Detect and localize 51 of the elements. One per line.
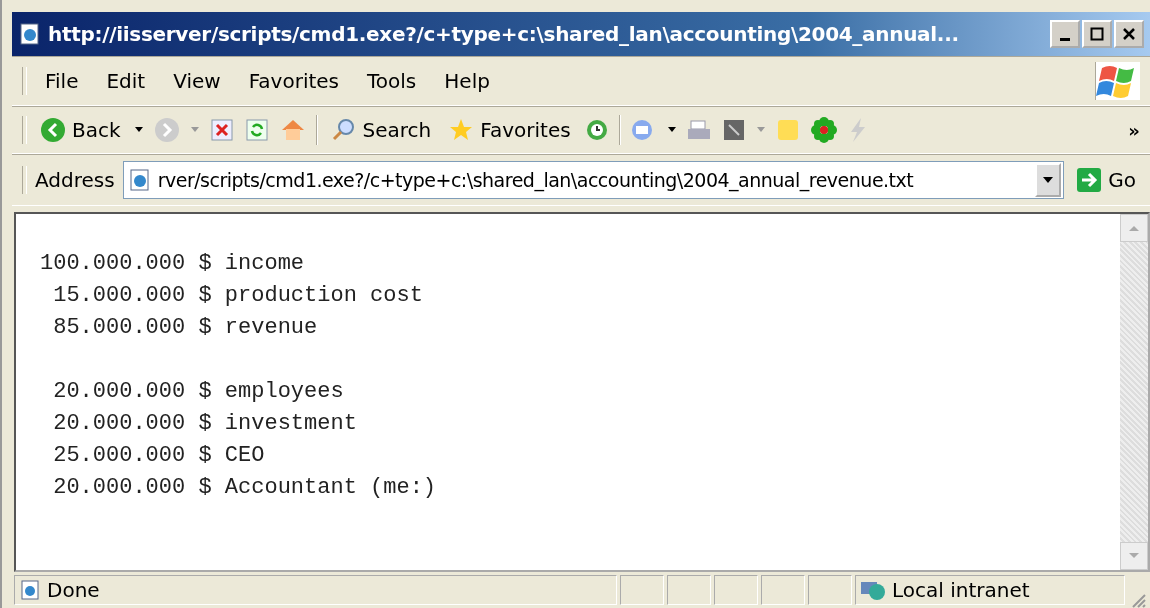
go-button[interactable]: Go bbox=[1072, 167, 1140, 193]
address-field[interactable]: rver/scripts/cmd1.exe?/c+type+c:\shared_lan\accounting\2004_annual_revenue.txt bbox=[122, 161, 1065, 199]
menu-item[interactable]: Favorites bbox=[238, 69, 349, 93]
maximize-icon bbox=[1090, 27, 1104, 41]
close-button[interactable] bbox=[1114, 20, 1144, 48]
page-icon bbox=[18, 22, 42, 46]
status-panel bbox=[808, 575, 852, 605]
status-panel bbox=[667, 575, 711, 605]
search-icon bbox=[330, 117, 357, 143]
refresh-icon[interactable] bbox=[243, 117, 270, 143]
chevron-more-button[interactable]: » bbox=[1128, 119, 1140, 141]
stop-icon[interactable] bbox=[208, 117, 235, 143]
text-line: 15.000.000 $ production cost bbox=[52, 282, 424, 310]
minimize-button[interactable] bbox=[1050, 20, 1080, 48]
text-line: 20.000.000 $ employees bbox=[52, 378, 345, 406]
vertical-scrollbar[interactable] bbox=[1120, 214, 1148, 570]
dropdown-arrow-icon[interactable] bbox=[133, 126, 144, 134]
down-arrow-icon bbox=[1129, 553, 1139, 559]
flower-icon[interactable] bbox=[809, 116, 838, 144]
window-title: http://iisserver/scripts/cmd1.exe?/c+type+c:\shared_lan\accounting\2004_annual... bbox=[48, 22, 960, 46]
close-icon bbox=[1122, 27, 1136, 41]
scroll-up-button[interactable] bbox=[1120, 214, 1148, 242]
scroll-down-button[interactable] bbox=[1120, 542, 1148, 570]
maximize-button[interactable] bbox=[1082, 20, 1112, 48]
text-line: 20.000.000 $ Accountant (me:) bbox=[52, 474, 438, 502]
menu-item[interactable]: Help bbox=[434, 69, 500, 93]
favorites-button[interactable]: Favorites bbox=[444, 117, 575, 143]
search-button[interactable]: Search bbox=[326, 117, 436, 143]
text-line: 85.000.000 $ revenue bbox=[52, 314, 319, 342]
up-arrow-icon bbox=[1129, 225, 1139, 231]
caret-icon bbox=[1042, 176, 1055, 184]
windows-logo-icon bbox=[1095, 62, 1140, 100]
text-line: 25.000.000 $ CEO bbox=[52, 442, 266, 470]
minimize-icon bbox=[1060, 37, 1070, 41]
text-line: 100.000.000 $ income bbox=[40, 250, 306, 278]
menu-item[interactable]: View bbox=[163, 69, 231, 93]
status-panel bbox=[761, 575, 805, 605]
zone-text: Local intranet bbox=[892, 578, 1030, 602]
status-text: Done bbox=[47, 578, 100, 602]
back-button[interactable]: Back bbox=[36, 117, 125, 143]
status-panel bbox=[620, 575, 664, 605]
status-panel bbox=[714, 575, 758, 605]
dropdown-button[interactable] bbox=[1035, 163, 1062, 197]
dropdown-arrow-icon[interactable] bbox=[666, 126, 677, 134]
menu-item[interactable]: Tools bbox=[357, 69, 427, 93]
menu-item[interactable]: Edit bbox=[96, 69, 156, 93]
text-line: 20.000.000 $ investment bbox=[52, 410, 358, 438]
page-icon bbox=[19, 579, 41, 601]
page-icon bbox=[127, 168, 152, 192]
address-label: Address bbox=[35, 168, 115, 192]
menu-item[interactable]: File bbox=[35, 69, 89, 93]
